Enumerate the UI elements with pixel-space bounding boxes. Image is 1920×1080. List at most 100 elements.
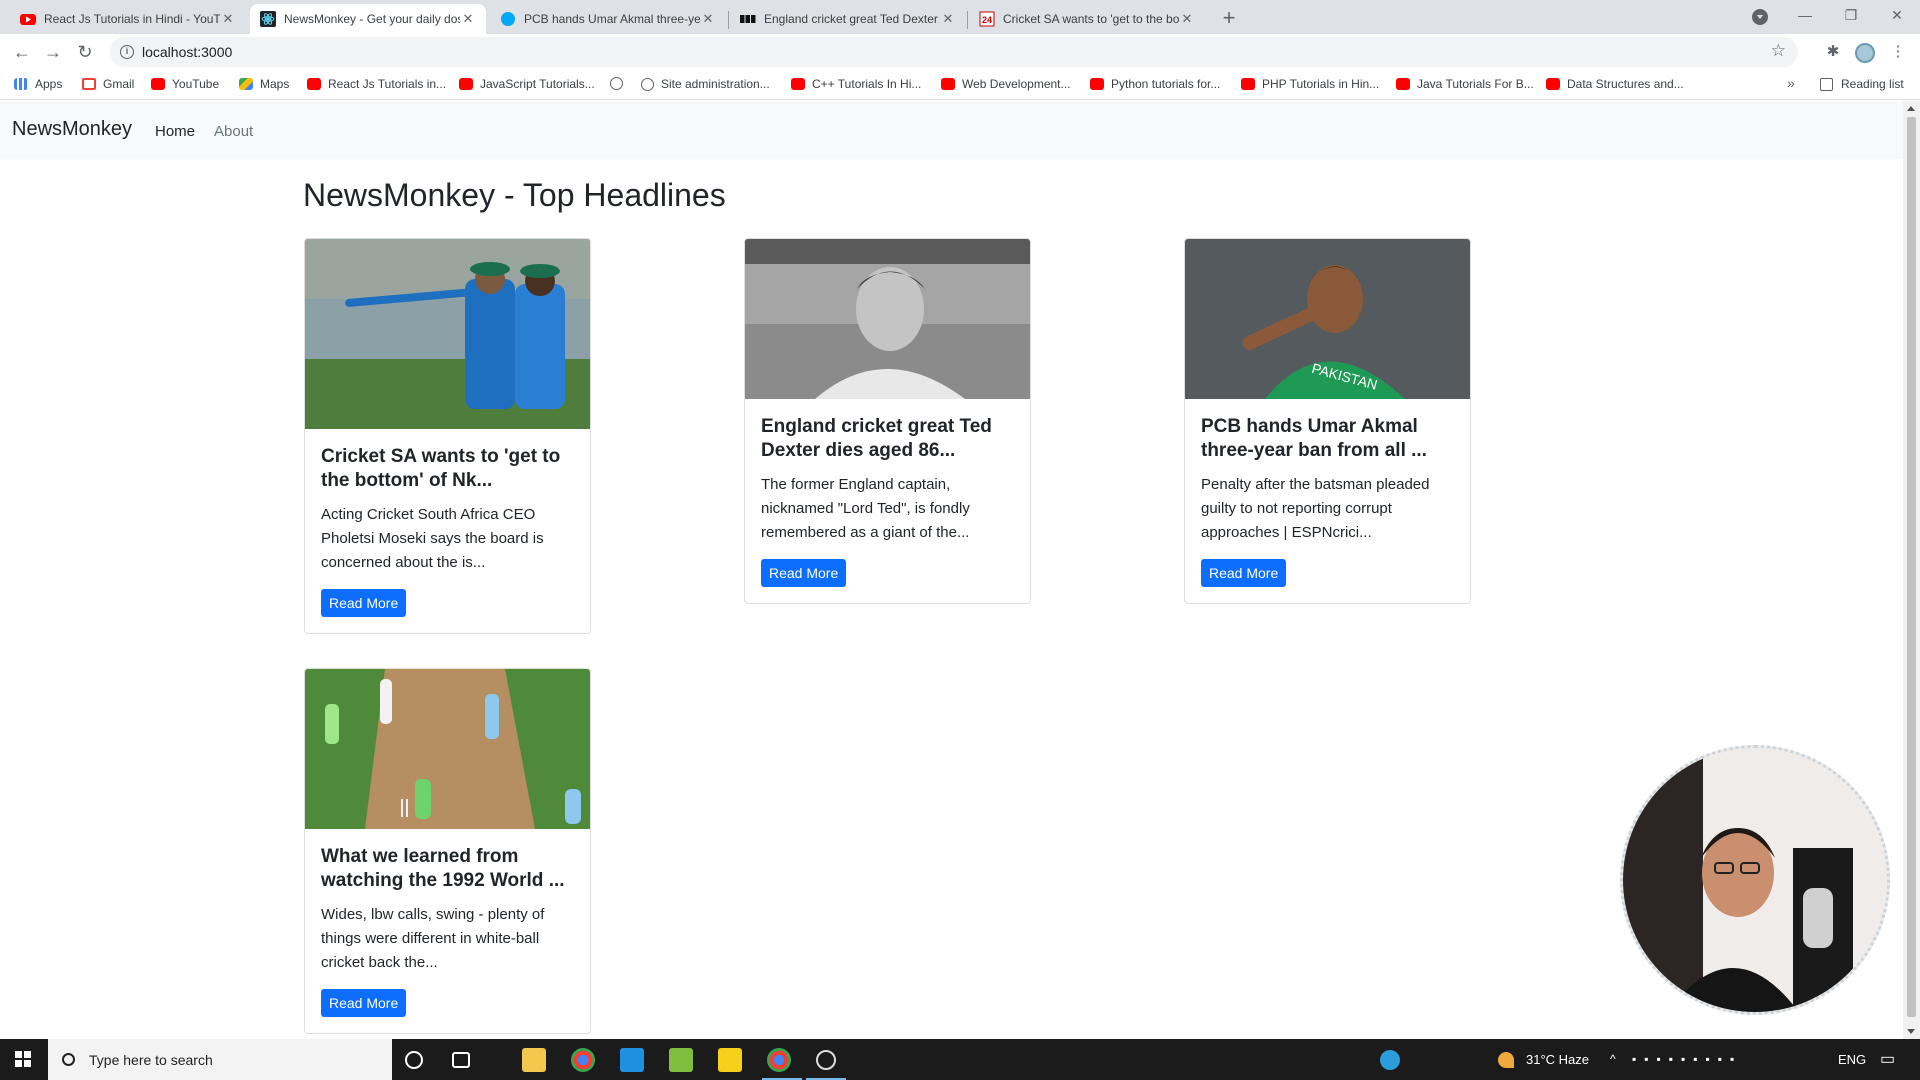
weather-text[interactable]: 31°C Haze (1526, 1039, 1589, 1080)
scroll-down-arrow-icon[interactable] (1907, 1029, 1915, 1034)
youtube-icon (941, 78, 955, 90)
browser-tab-active[interactable]: NewsMonkey - Get your daily dose of news… (250, 4, 486, 34)
file-explorer-icon[interactable] (522, 1048, 546, 1072)
page-title: NewsMonkey - Top Headlines (303, 177, 726, 213)
forward-arrow-icon[interactable]: → (41, 40, 65, 64)
bookmark-item[interactable]: C++ Tutorials In Hi... (791, 77, 921, 91)
windows-start-icon[interactable] (15, 1051, 31, 1067)
chrome-alt-icon[interactable] (767, 1048, 791, 1072)
nav-link-about[interactable]: About (214, 123, 253, 140)
youtube-icon (791, 78, 805, 90)
reading-list-button[interactable]: Reading list (1820, 77, 1904, 91)
bookmark-item[interactable]: PHP Tutorials in Hin... (1241, 77, 1379, 91)
read-more-button[interactable]: Read More (321, 589, 407, 617)
news-card: England cricket great Ted Dexter dies ag… (744, 238, 1031, 604)
bookmark-item[interactable]: Web Development... (941, 77, 1071, 91)
extensions-puzzle-icon[interactable]: ✱ (1823, 42, 1843, 62)
close-tab-icon[interactable]: ✕ (460, 11, 476, 27)
bookmark-item[interactable]: Python tutorials for... (1090, 77, 1220, 91)
close-window-icon[interactable]: ✕ (1874, 0, 1920, 34)
bookmark-item[interactable]: Java Tutorials For B... (1396, 77, 1534, 91)
more-bookmarks-icon[interactable]: » (1787, 75, 1795, 91)
bookmarks-bar: Apps Gmail YouTube Maps React Js Tutoria… (0, 70, 1920, 100)
taskbar-search[interactable]: Type here to search (48, 1039, 392, 1080)
sticky-notes-icon[interactable] (718, 1048, 742, 1072)
reload-icon[interactable]: ↻ (73, 40, 97, 64)
cortana-icon[interactable] (405, 1051, 423, 1069)
close-tab-icon[interactable]: ✕ (700, 11, 716, 27)
1992-world-cup-match-photo (305, 669, 590, 829)
browser-tab[interactable]: PCB hands Umar Akmal three-year ban ✕ (490, 4, 726, 34)
bookmark-item[interactable]: Data Structures and... (1546, 77, 1684, 91)
bookmark-item[interactable]: Site administration... (641, 77, 770, 91)
navbar-brand[interactable]: NewsMonkey (12, 118, 132, 141)
gmail-icon (82, 78, 96, 90)
bookmark-label: C++ Tutorials In Hi... (812, 77, 922, 91)
bookmark-item[interactable]: Apps (14, 77, 62, 91)
page-viewport: NewsMonkey Home About NewsMonkey - Top H… (0, 101, 1903, 1039)
system-tray-icons[interactable]: ▪▪▪▪▪▪▪▪▪ (1632, 1039, 1742, 1080)
bookmark-label: React Js Tutorials in... (328, 77, 447, 91)
youtube-icon (151, 78, 165, 90)
bookmark-item[interactable]: React Js Tutorials in... (307, 77, 446, 91)
card-description: The former England captain, nicknamed "L… (761, 476, 970, 541)
bookmark-star-icon[interactable]: ☆ (1771, 41, 1786, 61)
menu-kebab-icon[interactable]: ⋮ (1888, 42, 1908, 62)
bookmark-label: Python tutorials for... (1111, 77, 1221, 91)
youtube-icon (1241, 78, 1255, 90)
card-description: Penalty after the batsman pleaded guilty… (1201, 476, 1430, 541)
browser-tab[interactable]: 24 Cricket SA wants to 'get to the botto… (969, 4, 1205, 34)
bookmark-item[interactable]: JavaScript Tutorials... (459, 77, 595, 91)
bookmark-label: Java Tutorials For B... (1417, 77, 1534, 91)
read-more-button[interactable]: Read More (761, 559, 847, 587)
svg-text:24: 24 (982, 15, 992, 25)
site-info-icon[interactable]: i (120, 45, 134, 59)
news24-icon: 24 (979, 11, 995, 27)
browser-tab[interactable]: England cricket great Ted Dexter dies ✕ (730, 4, 966, 34)
restore-icon[interactable]: ❐ (1828, 0, 1874, 34)
help-icon[interactable] (1380, 1050, 1400, 1070)
address-bar[interactable]: i localhost:3000 ☆ (110, 37, 1798, 67)
bookmark-label: YouTube (172, 77, 220, 91)
tab-title: Cricket SA wants to 'get to the bottom' (1003, 12, 1179, 26)
close-tab-icon[interactable]: ✕ (1179, 11, 1195, 27)
read-more-button[interactable]: Read More (321, 989, 407, 1017)
browser-tab[interactable]: React Js Tutorials in Hindi - YouTube ✕ (10, 4, 246, 34)
tab-search-icon[interactable] (1752, 9, 1768, 25)
nav-link-home[interactable]: Home (155, 123, 195, 140)
tray-chevron-icon[interactable]: ^ (1610, 1039, 1616, 1080)
weather-icon[interactable] (1498, 1052, 1514, 1068)
bookmark-label: Web Development... (962, 77, 1071, 91)
tab-separator (728, 11, 729, 29)
bookmark-item[interactable] (610, 77, 630, 90)
bookmark-item[interactable]: Gmail (82, 77, 134, 91)
minimize-icon[interactable]: — (1782, 0, 1828, 34)
card-description: Wides, lbw calls, swing - plenty of thin… (321, 906, 545, 971)
card-description: Acting Cricket South Africa CEO Pholetsi… (321, 506, 544, 571)
read-more-button[interactable]: Read More (1201, 559, 1287, 587)
obs-icon[interactable] (816, 1050, 836, 1070)
new-tab-button[interactable]: + (1215, 5, 1243, 33)
browser-toolbar: ← → ↻ i localhost:3000 ☆ ✱ ⋮ (0, 34, 1920, 70)
scrollbar-thumb[interactable] (1907, 117, 1916, 1017)
page-scrollbar[interactable] (1903, 101, 1920, 1039)
bookmark-item[interactable]: YouTube (151, 77, 219, 91)
profile-avatar[interactable] (1855, 43, 1875, 63)
chrome-icon[interactable] (571, 1048, 595, 1072)
vscode-icon[interactable] (620, 1048, 644, 1072)
task-view-icon[interactable] (452, 1052, 470, 1068)
notepad-plus-icon[interactable] (669, 1048, 693, 1072)
language-indicator[interactable]: ENG (1838, 1039, 1866, 1080)
close-tab-icon[interactable]: ✕ (940, 11, 956, 27)
search-placeholder: Type here to search (89, 1051, 213, 1068)
back-arrow-icon[interactable]: ← (10, 40, 34, 64)
bookmark-label: Data Structures and... (1567, 77, 1684, 91)
scroll-up-arrow-icon[interactable] (1907, 106, 1915, 111)
close-tab-icon[interactable]: ✕ (220, 11, 236, 27)
notifications-icon[interactable]: ▭ (1880, 1039, 1895, 1080)
reading-list-icon (1820, 77, 1833, 91)
windows-taskbar: Type here to search 31°C Haze ^ ▪▪▪▪▪▪▪▪… (0, 1039, 1920, 1080)
bookmark-item[interactable]: Maps (239, 77, 289, 91)
url-text[interactable]: localhost:3000 (142, 44, 232, 60)
bookmark-label: Maps (260, 77, 290, 91)
